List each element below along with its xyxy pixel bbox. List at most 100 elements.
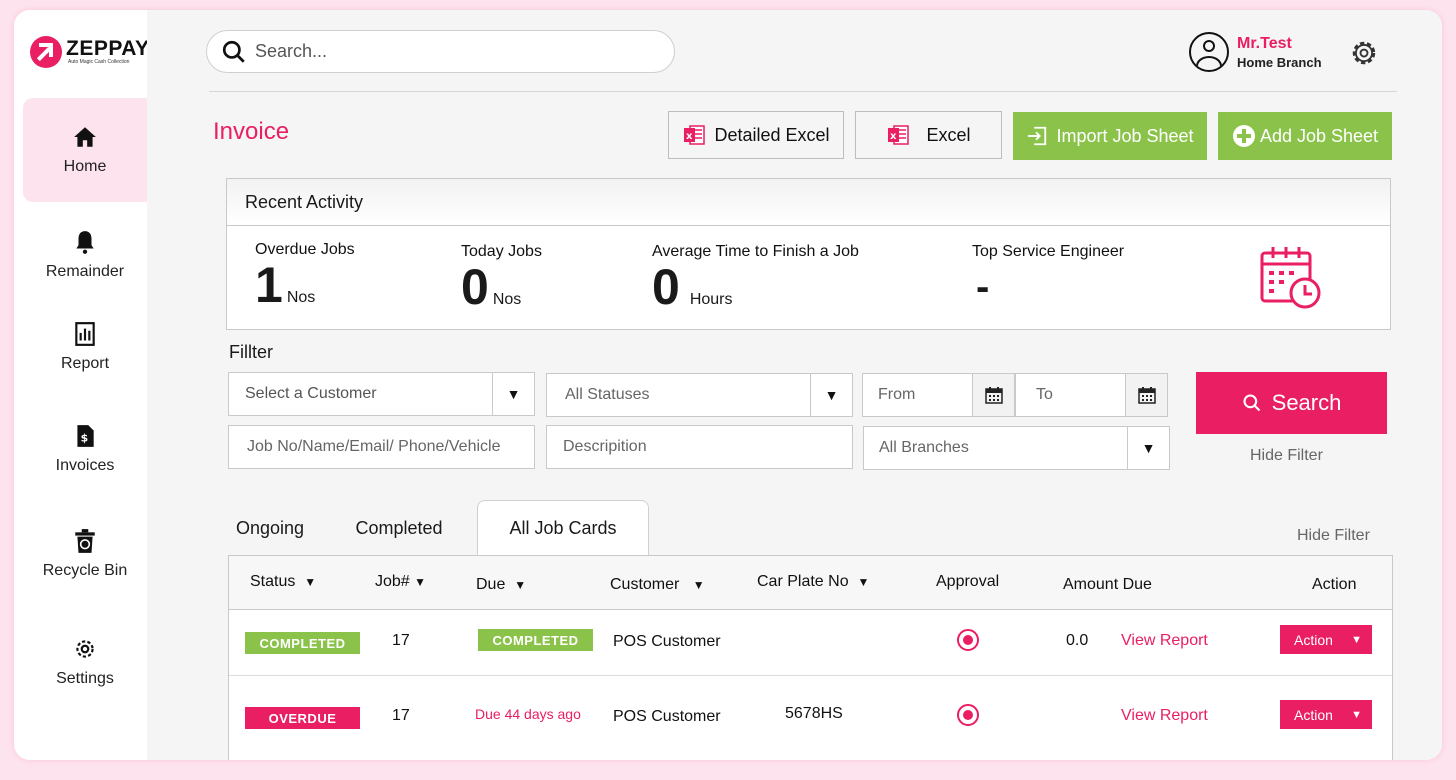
sidebar-item-remainder[interactable]: Remainder (23, 203, 147, 307)
branches-select[interactable]: All Branches ▼ (863, 426, 1170, 470)
hide-filter-link-secondary[interactable]: Hide Filter (1297, 527, 1370, 545)
sidebar-item-label: Recycle Bin (42, 562, 128, 579)
customer-name: POS Customer (613, 708, 721, 725)
excel-button[interactable]: x Excel (855, 111, 1002, 159)
tab-all-job-cards[interactable]: All Job Cards (477, 500, 649, 556)
status-badge: COMPLETED (245, 632, 360, 654)
due-badge: COMPLETED (478, 629, 593, 651)
column-amount-due: Amount Due (1063, 576, 1152, 593)
user-branch: Home Branch (1237, 54, 1322, 70)
global-search[interactable] (206, 30, 675, 73)
brand-name: ZEPPAY (66, 37, 150, 60)
stat-top-service-engineer: Top Service Engineer - (972, 243, 1125, 309)
column-job-number[interactable]: Job# ▼ (375, 573, 426, 591)
search-icon (222, 40, 245, 63)
invoice-icon: $ (77, 425, 94, 447)
status-select[interactable]: All Statuses ▼ (546, 373, 853, 417)
import-job-sheet-button[interactable]: Import Job Sheet (1013, 112, 1207, 160)
recycle-bin-icon (75, 529, 95, 553)
table-row: OVERDUE 17 Due 44 days ago POS Customer … (229, 676, 1392, 742)
caret-down-icon: ▼ (1351, 633, 1362, 646)
status-badge: OVERDUE (245, 707, 360, 729)
main-content: Mr.Test Home Branch Invoice x Detailed E… (147, 10, 1442, 760)
from-date-field[interactable]: From (862, 373, 1015, 417)
job-search-field[interactable]: Job No/Name/Email/ Phone/Vehicle (228, 425, 535, 469)
user-name: Mr.Test (1237, 34, 1292, 52)
import-icon (1028, 126, 1047, 146)
recent-activity-title: Recent Activity (227, 179, 1390, 226)
brand-logo[interactable]: ZEPPAY Auto Magic Cash Collection (30, 36, 150, 68)
logo-mark-icon (30, 36, 62, 68)
calendar-icon[interactable] (1125, 374, 1167, 416)
sidebar-item-label: Settings (56, 670, 114, 687)
due-text: Due 44 days ago (475, 706, 581, 722)
sidebar-item-label: Invoices (55, 457, 115, 474)
svg-text:x: x (686, 131, 693, 142)
column-action: Action (1312, 576, 1357, 593)
approval-radio[interactable] (957, 629, 979, 651)
sidebar-item-settings[interactable]: Settings (23, 610, 147, 714)
brand-tagline: Auto Magic Cash Collection (68, 59, 130, 65)
header-divider (209, 91, 1397, 92)
sidebar-item-home[interactable]: Home (23, 98, 147, 202)
chevron-down-icon[interactable]: ▼ (1127, 427, 1169, 469)
user-profile[interactable]: Mr.Test Home Branch (1189, 32, 1322, 72)
svg-text:x: x (890, 131, 897, 142)
column-status[interactable]: Status ▼ (250, 573, 316, 591)
column-customer[interactable]: Customer ▼ (610, 576, 705, 594)
approval-radio[interactable] (957, 704, 979, 726)
sidebar-item-label: Remainder (45, 263, 125, 280)
job-number: 17 (392, 707, 410, 724)
tab-ongoing[interactable]: Ongoing (229, 500, 311, 556)
settings-gear-icon[interactable] (1349, 38, 1379, 68)
search-input[interactable] (255, 41, 655, 62)
job-cards-table: Status ▼ Job# ▼ Due ▼ Customer ▼ Car Pla… (228, 555, 1393, 760)
sidebar-item-invoices[interactable]: $ Invoices (23, 397, 147, 501)
sidebar-item-recycle-bin[interactable]: Recycle Bin (23, 502, 147, 606)
svg-text:$: $ (81, 431, 89, 444)
action-dropdown-button[interactable]: Action ▼ (1280, 700, 1372, 729)
filter-search-button[interactable]: Search (1196, 372, 1387, 434)
tab-completed[interactable]: Completed (347, 500, 451, 556)
detailed-excel-button[interactable]: x Detailed Excel (668, 111, 844, 159)
gear-icon (76, 640, 94, 658)
filter-label: Fillter (229, 342, 273, 362)
customer-name: POS Customer (613, 633, 721, 650)
view-report-link[interactable]: View Report (1121, 707, 1208, 725)
table-header: Status ▼ Job# ▼ Due ▼ Customer ▼ Car Pla… (229, 556, 1392, 610)
recent-activity-panel: Recent Activity Overdue Jobs 1 Nos Today … (226, 178, 1391, 330)
sidebar-item-label: Home (63, 158, 107, 175)
calendar-icon[interactable] (972, 374, 1014, 416)
customer-select[interactable]: Select a Customer ▼ (228, 372, 535, 416)
excel-icon: x (684, 125, 706, 145)
add-job-sheet-button[interactable]: Add Job Sheet (1218, 112, 1392, 160)
sidebar: ZEPPAY Auto Magic Cash Collection Home R… (14, 10, 150, 760)
column-due[interactable]: Due ▼ (476, 576, 526, 594)
sidebar-item-report[interactable]: Report (23, 295, 147, 399)
chevron-down-icon[interactable]: ▼ (492, 373, 534, 415)
to-date-field[interactable]: To (1015, 373, 1168, 417)
plus-circle-icon (1232, 125, 1255, 147)
bell-icon (76, 231, 94, 254)
app-window: ZEPPAY Auto Magic Cash Collection Home R… (14, 10, 1442, 760)
car-plate: 5678HS (785, 705, 843, 722)
avatar-icon (1189, 32, 1229, 72)
table-row: COMPLETED 17 COMPLETED POS Customer 0.0 … (229, 610, 1392, 676)
job-number: 17 (392, 632, 410, 649)
action-dropdown-button[interactable]: Action ▼ (1280, 625, 1372, 654)
sidebar-item-label: Report (60, 355, 110, 372)
stat-overdue-jobs: Overdue Jobs 1 Nos (255, 241, 355, 313)
page-title: Invoice (213, 118, 290, 145)
caret-down-icon: ▼ (1351, 708, 1362, 721)
topbar: Mr.Test Home Branch (147, 10, 1442, 92)
chevron-down-icon[interactable]: ▼ (810, 374, 852, 416)
stat-today-jobs: Today Jobs 0 Nos (461, 243, 542, 315)
search-icon (1243, 394, 1260, 412)
hide-filter-link[interactable]: Hide Filter (1250, 447, 1323, 465)
column-car-plate[interactable]: Car Plate No ▼ (757, 573, 869, 591)
excel-icon: x (888, 125, 910, 145)
description-field[interactable]: Descripition (546, 425, 853, 469)
amount-due: 0.0 (1066, 632, 1089, 649)
view-report-link[interactable]: View Report (1121, 632, 1208, 650)
calendar-clock-icon (1260, 247, 1321, 309)
